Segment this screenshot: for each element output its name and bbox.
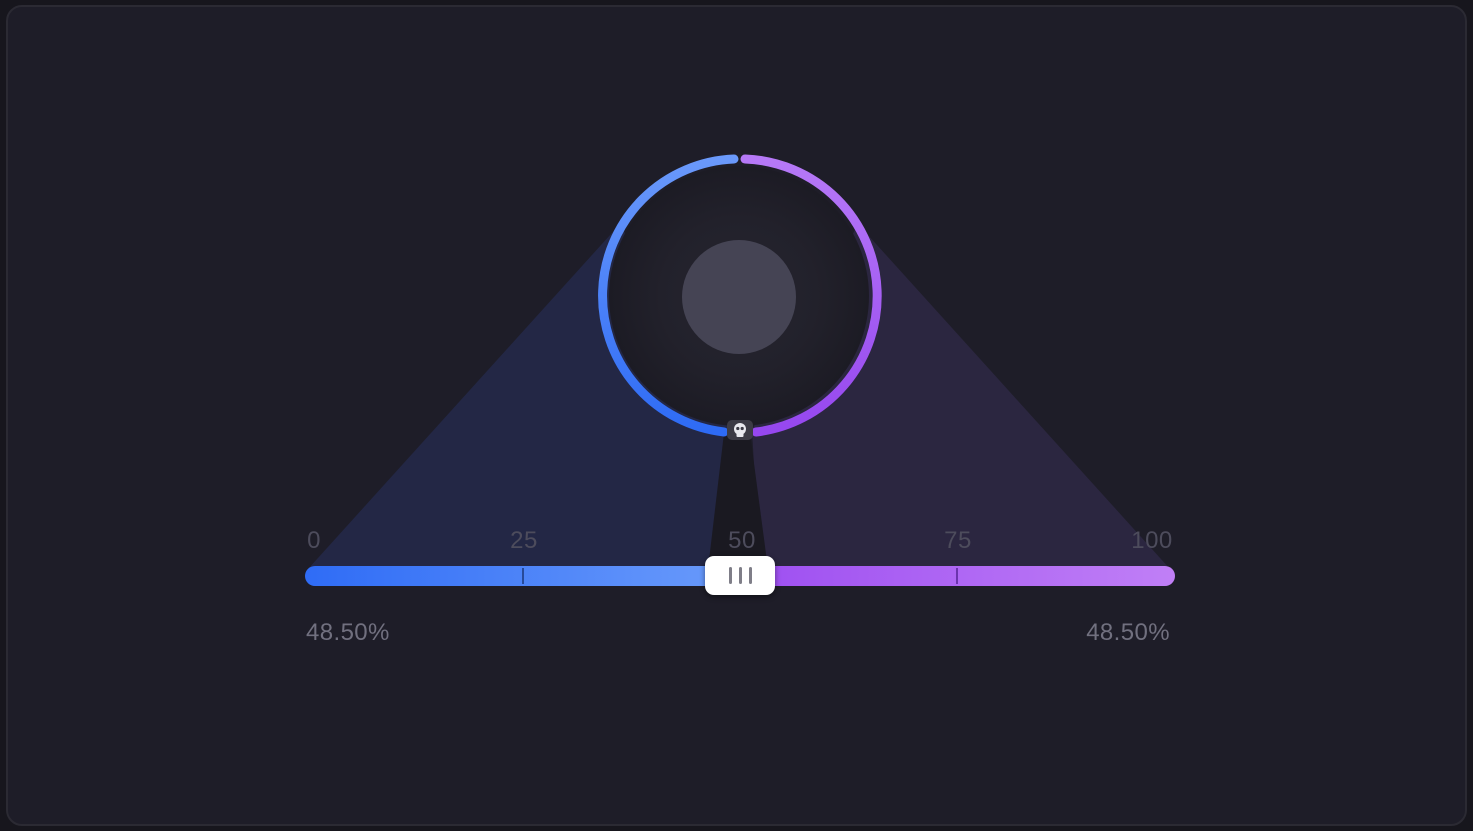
tick-label-100: 100 [1131,527,1173,554]
tick-label-0: 0 [307,527,321,554]
center-knob [682,240,796,354]
grip-line-icon [748,567,752,584]
tick-label-50: 50 [728,527,756,554]
tick-label-75: 75 [944,527,972,554]
gauge-graphic [305,154,1175,586]
slider-handle[interactable] [705,556,775,595]
left-percentage: 48.50% [306,619,390,646]
app-frame: 0 25 50 75 100 48.50% 48.50% [6,5,1467,826]
grip-line-icon [728,567,732,584]
grip-line-icon [738,567,742,584]
skull-icon [727,420,753,440]
right-percentage: 48.50% [1086,619,1170,646]
tick-label-25: 25 [510,527,538,554]
